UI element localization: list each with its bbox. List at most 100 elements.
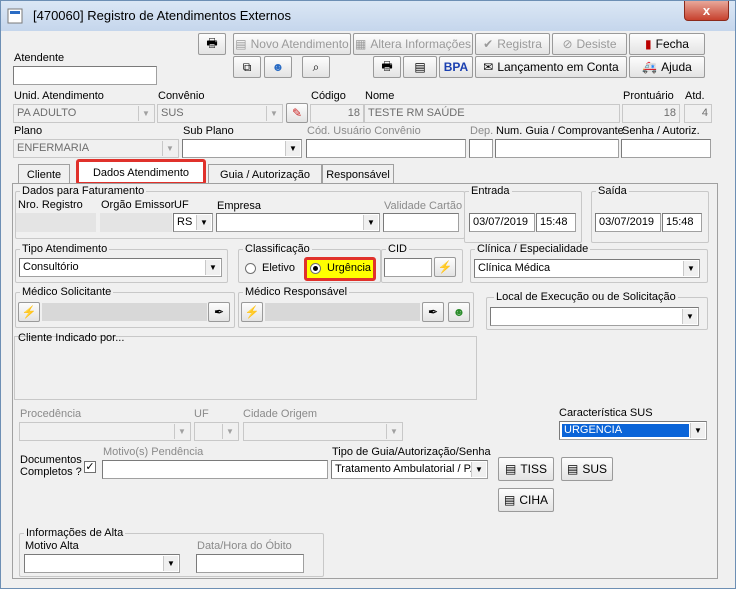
data-obito-input[interactable] — [196, 554, 304, 573]
caracteristica-select[interactable]: URGENCIA ▼ — [559, 421, 707, 440]
fecha-button[interactable]: ▮ Fecha — [629, 33, 705, 55]
nome-input[interactable]: TESTE RM SAÚDE — [364, 104, 620, 123]
ajuda-button[interactable]: 🚑 Ajuda — [629, 56, 705, 78]
print2-button[interactable]: 🖶 — [373, 56, 401, 78]
tab-cliente[interactable]: Cliente — [18, 164, 70, 184]
door-icon: ▮ — [645, 37, 652, 51]
dep-input[interactable] — [469, 139, 493, 158]
documents-icon: ▤ — [504, 462, 517, 476]
chevron-down-icon: ▼ — [266, 106, 281, 121]
app-icon — [7, 8, 23, 24]
person-icon: ☻ — [452, 305, 466, 319]
form-area: 🖶 ▤ Novo Atendimento ▦ Altera Informações … — [8, 31, 728, 583]
convenio-select[interactable]: SUS ▼ — [157, 104, 283, 123]
cancel-icon: ⊘ — [562, 37, 573, 51]
plano-select[interactable]: ENFERMARIA ▼ — [13, 139, 179, 158]
medico-responsavel-person-button[interactable]: ☻ — [448, 302, 470, 322]
tab-guia-autorizacao[interactable]: Guia / Autorização — [208, 164, 322, 184]
senha-input[interactable] — [621, 139, 711, 158]
empresa-select[interactable]: ▼ — [216, 213, 380, 232]
motivo-pendencia-input[interactable] — [102, 460, 328, 479]
ciha-button[interactable]: ▤ CIHA — [498, 488, 554, 512]
lancamento-button[interactable]: ✉ Lançamento em Conta — [475, 56, 627, 78]
person-button[interactable]: ☻ — [264, 56, 292, 78]
atd-input[interactable]: 4 — [684, 104, 712, 123]
local-execucao-select[interactable]: ▼ — [490, 307, 699, 326]
eraser-button[interactable]: ✎ — [286, 103, 308, 123]
uf-origem-select[interactable]: ▼ — [194, 422, 239, 441]
medico-solicitante-edit-button[interactable]: ✒ — [208, 302, 230, 322]
altera-informacoes-button[interactable]: ▦ Altera Informações — [353, 33, 473, 55]
atendente-label: Atendente — [14, 52, 65, 64]
magnifier-icon: ⌕ — [312, 59, 320, 74]
motivo-alta-select[interactable]: ▼ — [24, 554, 180, 573]
tipo-atendimento-select[interactable]: Consultório ▼ — [19, 258, 222, 277]
tab-highlight — [76, 159, 206, 185]
saida-time[interactable]: 15:48 — [662, 213, 702, 232]
completos-label: Completos ? — [20, 466, 82, 478]
atendente-input[interactable] — [13, 66, 157, 85]
caracteristica-label: Característica SUS — [559, 407, 653, 419]
cliente-indicado-title: Cliente Indicado por... — [18, 332, 125, 344]
tab-responsavel[interactable]: Responsável — [322, 164, 394, 184]
subplano-select[interactable]: ▼ — [182, 139, 302, 158]
cid-input[interactable] — [384, 258, 432, 277]
edit-icon: ▦ — [354, 37, 367, 51]
printer-icon: 🖶 — [381, 58, 393, 73]
lightning-icon: ⚡ — [244, 305, 260, 319]
eletivo-radio[interactable] — [245, 263, 256, 274]
chevron-down-icon: ▼ — [683, 261, 698, 276]
sus-button[interactable]: ▤ SUS — [561, 457, 613, 481]
uf-label: UF — [174, 199, 189, 211]
chevron-down-icon: ▼ — [174, 424, 189, 439]
chevron-down-icon: ▼ — [285, 141, 300, 156]
unid-select[interactable]: PA ADULTO ▼ — [13, 104, 155, 123]
clinica-select[interactable]: Clínica Médica ▼ — [474, 259, 700, 278]
num-guia-input[interactable] — [495, 139, 619, 158]
motivo-alta-label: Motivo Alta — [25, 540, 79, 552]
entrada-time[interactable]: 15:48 — [536, 213, 576, 232]
unid-label: Unid. Atendimento — [14, 90, 104, 102]
novo-atendimento-button[interactable]: ▤ Novo Atendimento — [233, 33, 351, 55]
documentos-checkbox[interactable]: ✓ — [84, 461, 96, 473]
documents-button[interactable]: ▤ — [403, 56, 437, 78]
bpa-button[interactable]: BPA — [439, 56, 473, 78]
chevron-down-icon: ▼ — [690, 423, 705, 438]
print-button[interactable]: 🖶 — [198, 33, 226, 55]
copy-button[interactable]: ⧉ — [233, 56, 261, 78]
documents-icon: ▤ — [503, 493, 516, 507]
cid-search-button[interactable]: ⚡ — [434, 257, 456, 277]
subplano-label: Sub Plano — [183, 125, 234, 137]
uf-select[interactable]: RS ▼ — [173, 213, 213, 232]
prontuario-input[interactable]: 18 — [622, 104, 680, 123]
local-execucao-title: Local de Execução ou de Solicitação — [494, 291, 678, 303]
medico-solicitante-search-button[interactable]: ⚡ — [18, 302, 40, 322]
chevron-down-icon: ▼ — [196, 215, 211, 230]
desiste-button[interactable]: ⊘ Desiste — [552, 33, 627, 55]
medico-responsavel-edit-button[interactable]: ✒ — [422, 302, 444, 322]
medico-responsavel-search-button[interactable]: ⚡ — [241, 302, 263, 322]
search-button[interactable]: ⌕ — [302, 56, 330, 78]
validade-input[interactable] — [383, 213, 459, 232]
saida-date[interactable]: 03/07/2019 — [595, 213, 661, 232]
tiss-button[interactable]: ▤ TISS — [498, 457, 554, 481]
plano-label: Plano — [14, 125, 43, 137]
chevron-down-icon: ▼ — [222, 424, 237, 439]
data-obito-label: Data/Hora do Óbito — [197, 540, 292, 552]
procedencia-select[interactable]: ▼ — [19, 422, 191, 441]
tipo-guia-select[interactable]: Tratamento Ambulatorial / P. ▼ — [331, 460, 488, 479]
faturamento-title: Dados para Faturamento — [20, 185, 147, 197]
atd-label: Atd. — [685, 90, 705, 102]
codigo-input[interactable]: 18 — [310, 104, 364, 123]
close-button[interactable]: x — [684, 1, 729, 21]
cod-usuario-input[interactable] — [306, 139, 466, 158]
eletivo-label: Eletivo — [262, 262, 296, 274]
urgencia-highlight — [304, 257, 376, 281]
entrada-date[interactable]: 03/07/2019 — [469, 213, 535, 232]
clinica-title: Clínica / Especialidade — [475, 243, 591, 255]
chevron-down-icon: ▼ — [363, 215, 378, 230]
cidade-origem-select[interactable]: ▼ — [243, 422, 403, 441]
registra-button[interactable]: ✔ Registra — [475, 33, 550, 55]
medico-responsavel-title: Médico Responsável — [243, 286, 350, 298]
check-icon: ✔ — [483, 37, 494, 51]
